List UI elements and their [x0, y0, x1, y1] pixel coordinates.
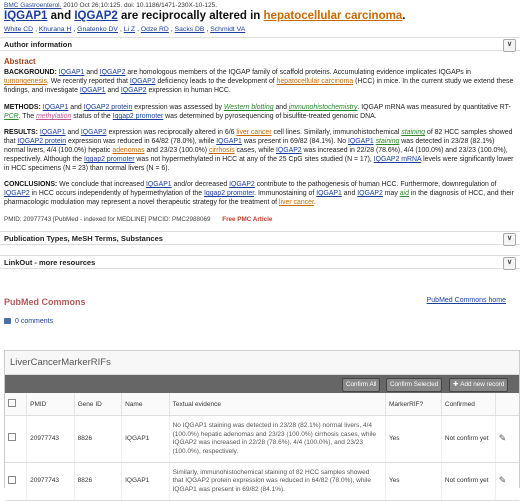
title-end: . [402, 10, 406, 22]
author-link[interactable]: Odze RD [141, 26, 169, 33]
column-header[interactable]: Textual evidence [169, 393, 386, 416]
chevron-down-icon[interactable]: ∨ [503, 233, 516, 246]
results-label: RESULTS: [4, 129, 38, 136]
gene-id-cell: 8826 [74, 462, 123, 501]
author-link[interactable]: Gnatenko DV [77, 26, 118, 33]
edit-icon[interactable]: ✎ [499, 476, 507, 485]
comments-link[interactable]: 0 comments [4, 318, 53, 325]
background-label: BACKGROUND: [4, 69, 57, 76]
journal-citation: BMC Gastroenterol. 2010 Oct 26;10:125. d… [4, 2, 217, 9]
title-gene1-link[interactable]: IQGAP1 [4, 10, 47, 22]
column-header[interactable]: PMID [26, 393, 75, 416]
title-and: and [47, 10, 75, 22]
author-information-section[interactable]: Author information ∨ [0, 37, 520, 52]
author-link[interactable]: Khurana H [39, 26, 72, 33]
row-checkbox[interactable] [8, 433, 16, 442]
abstract-conclusions: CONCLUSIONS: We conclude that increased … [4, 181, 514, 206]
markerrif-cell: Yes [385, 462, 442, 501]
panel-toolbar: Confirm All Confirm Selected ✚ Add new re… [5, 375, 519, 393]
pmid-cell: 20977743 [26, 415, 75, 463]
conclusions-label: CONCLUSIONS: [4, 181, 58, 188]
confirmed-cell: Not confirm yet [441, 415, 496, 463]
name-cell: IQGAP1 [121, 462, 170, 501]
edit-icon[interactable]: ✎ [499, 433, 507, 442]
author-link[interactable]: White CD [4, 26, 33, 33]
table-row: 20977743 8826 IQGAP1 Similarly, immunohi… [5, 462, 519, 501]
name-cell: IQGAP1 [121, 415, 170, 463]
column-header[interactable]: Gene ID [74, 393, 123, 416]
title-middle: are reciprocally altered in [117, 10, 264, 22]
column-header[interactable]: Confirmed [441, 393, 496, 416]
chevron-down-icon[interactable]: ∨ [503, 257, 516, 270]
free-pmc-link[interactable]: Free PMC Article [222, 216, 272, 223]
abstract-results: RESULTS: IQGAP1 and IQGAP2 expression wa… [4, 129, 514, 172]
abstract-background: BACKGROUND: IQGAP1 and IQGAP2 are homolo… [4, 69, 514, 94]
row-checkbox[interactable] [8, 475, 16, 484]
confirm-selected-button[interactable]: Confirm Selected [386, 378, 443, 392]
linkout-section[interactable]: LinkOut - more resources ∨ [0, 255, 520, 270]
marker-rif-panel: LiverCancerMarkerRIFs Confirm All Confir… [4, 350, 520, 501]
evidence-cell: Similarly, immunohistochemical staining … [169, 462, 386, 501]
section-label: LinkOut - more resources [4, 258, 96, 267]
add-record-button[interactable]: ✚ Add new record [449, 378, 509, 392]
pmid-line: PMID: 20977743 [PubMed - indexed for MED… [4, 216, 272, 223]
confirmed-cell: Not confirm yet [441, 462, 496, 501]
author-link[interactable]: Li Z [124, 26, 135, 33]
add-record-label: Add new record [460, 381, 505, 388]
select-all-checkbox[interactable] [8, 399, 16, 407]
confirm-all-button[interactable]: Confirm All [342, 378, 381, 392]
comment-icon [4, 318, 11, 325]
evidence-cell: No IQGAP1 staining was detected in 23/28… [169, 415, 386, 463]
panel-title: LiverCancerMarkerRIFs [5, 351, 519, 375]
abstract-methods: METHODS: IQGAP1 and IQGAP2 protein expre… [4, 104, 511, 120]
pmid-text: PMID: 20977743 [PubMed - indexed for MED… [4, 216, 211, 223]
citation-details: 2010 Oct 26;10:125. doi: 10.1186/1471-23… [63, 2, 218, 9]
journal-link[interactable]: BMC Gastroenterol. [4, 2, 61, 9]
section-label: Publication Types, MeSH Terms, Substance… [4, 234, 163, 243]
publication-types-section[interactable]: Publication Types, MeSH Terms, Substance… [0, 231, 520, 246]
abstract-heading: Abstract [4, 57, 36, 66]
methods-label: METHODS: [4, 104, 41, 111]
chevron-down-icon[interactable]: ∨ [503, 39, 516, 52]
author-link[interactable]: Schmidt VA [210, 26, 245, 33]
gene-id-cell: 8826 [74, 415, 123, 463]
pubmed-commons-title: PubMed Commons [4, 297, 86, 307]
markerrif-cell: Yes [385, 415, 442, 463]
pubmed-commons-home-link[interactable]: PubMed Commons home [427, 297, 506, 304]
table-row: 20977743 8826 IQGAP1 No IQGAP1 staining … [5, 415, 519, 463]
column-header[interactable]: MarkerRIF? [385, 393, 442, 416]
author-list: White CD, Khurana H, Gnatenko DV, Li Z, … [4, 26, 246, 33]
article-title: IQGAP1 and IQGAP2 are reciprocally alter… [4, 10, 405, 22]
column-header[interactable]: Name [121, 393, 170, 416]
pmid-cell: 20977743 [26, 462, 75, 501]
section-label: Author information [4, 40, 72, 49]
plus-icon: ✚ [453, 381, 459, 388]
title-gene2-link[interactable]: IQGAP2 [74, 10, 117, 22]
comments-count: 0 comments [15, 318, 54, 325]
author-link[interactable]: Sacks DB [175, 26, 205, 33]
marker-table: PMID Gene ID Name Textual evidence Marke… [5, 393, 519, 501]
table-header-row: PMID Gene ID Name Textual evidence Marke… [5, 393, 519, 416]
title-disease-link[interactable]: hepatocellular carcinoma [264, 10, 403, 22]
